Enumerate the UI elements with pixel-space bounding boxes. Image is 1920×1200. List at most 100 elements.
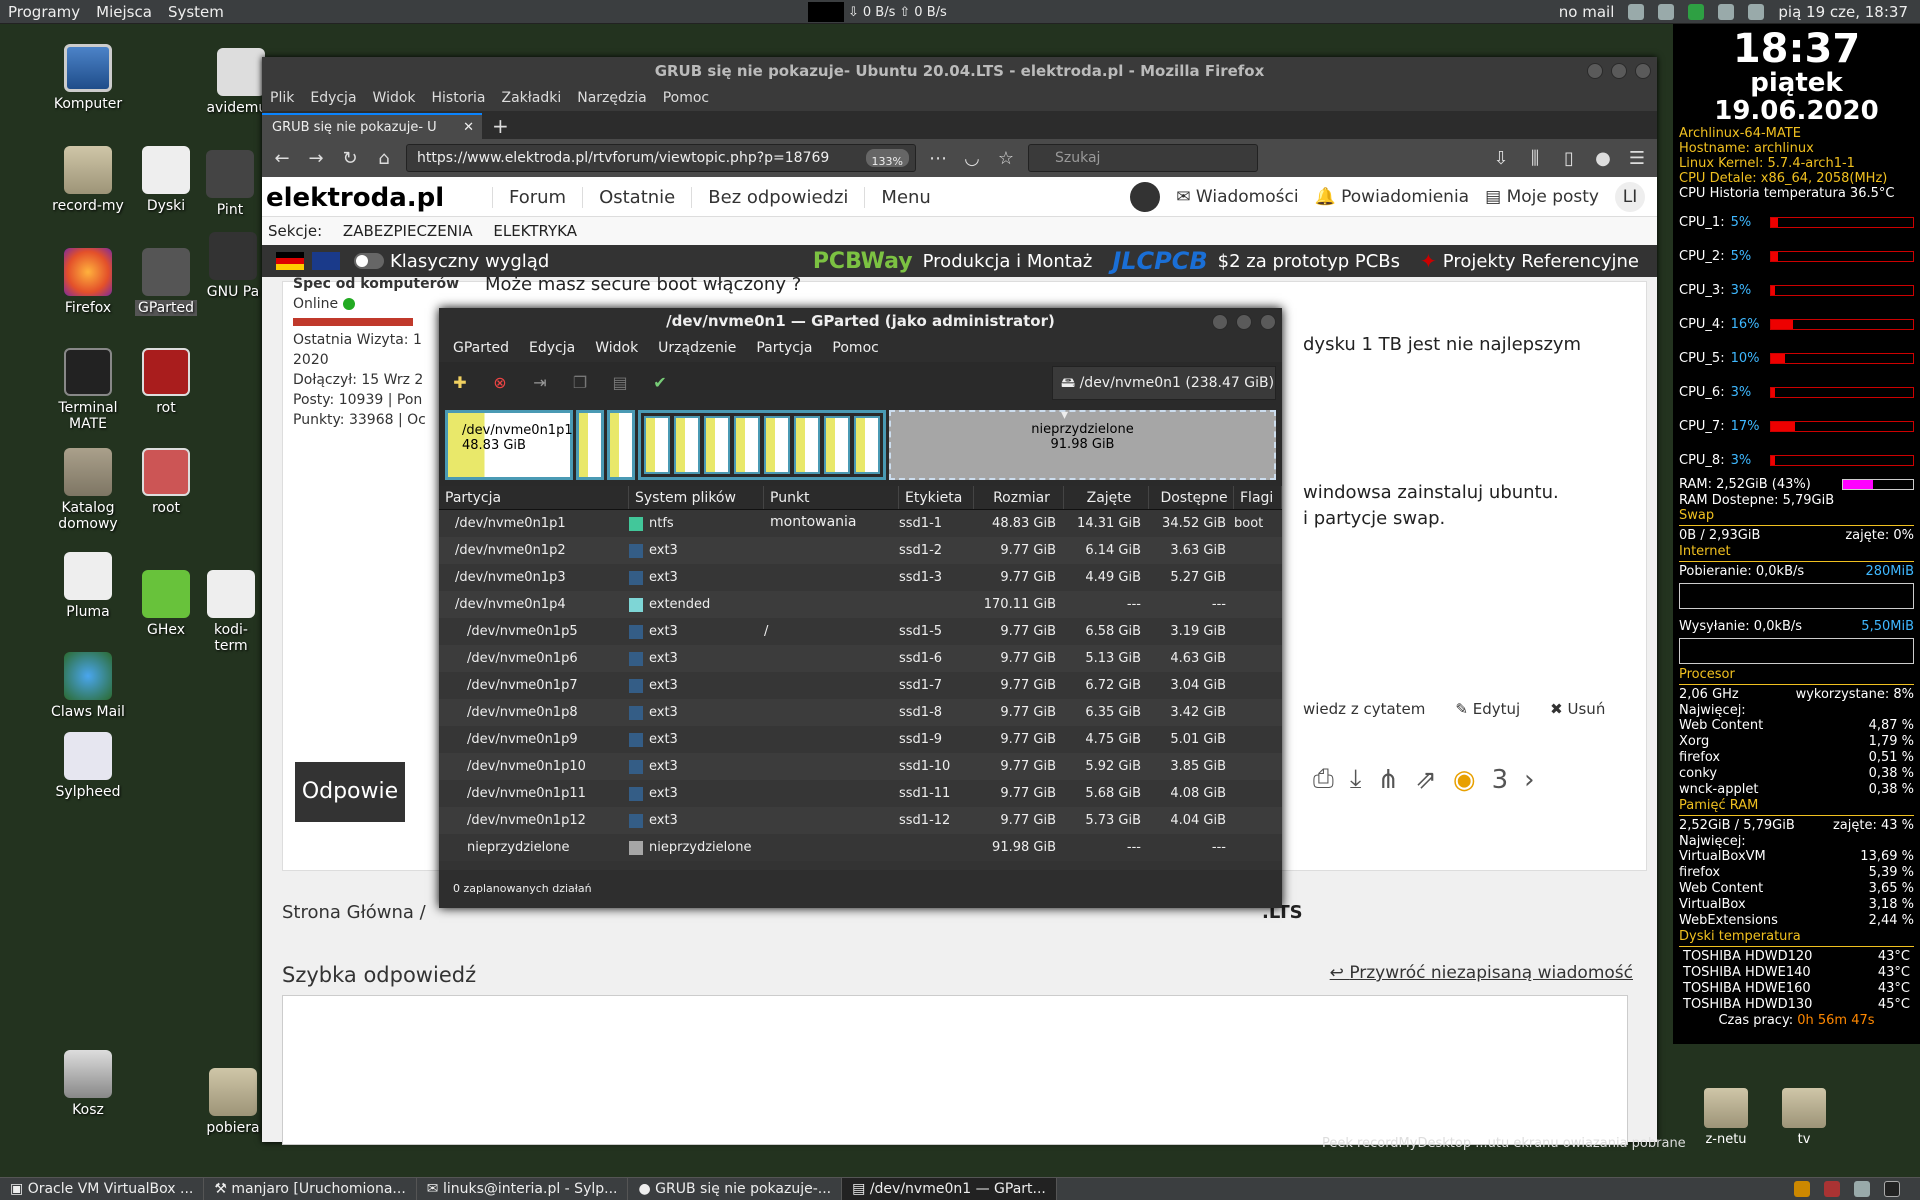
new-partition-icon[interactable]: ✚ [449,372,471,394]
col-etykieta[interactable]: Etykieta [899,486,974,509]
gp-menu-gparted[interactable]: GParted [443,340,519,356]
menu-narzedzia[interactable]: Narzędzia [569,90,654,106]
nav-wiadomosci[interactable]: ✉ Wiadomości [1176,187,1298,207]
resize-move-icon[interactable]: ⇥ [529,372,551,394]
delete-link[interactable]: ✖ Usuń [1550,700,1605,718]
desktop-icon-pinta[interactable]: Pint [205,150,255,218]
partition-row[interactable]: /dev/nvme0n1p3 ext3 ssd1-3 9.77 GiB 4.49 GiB… [439,564,1282,591]
desktop-icon-gnu-paint[interactable]: GNU Pa [205,232,261,300]
chevron-right-icon[interactable]: › [1524,765,1534,795]
search-input[interactable]: Szukaj [1028,144,1258,172]
promo-jlcpcb[interactable]: $2 za prototyp PCBs [1218,251,1400,272]
partition-row[interactable]: /dev/nvme0n1p4 extended 170.11 GiB --- --- [439,591,1282,618]
graph-partition-p9[interactable] [764,416,790,474]
url-bar[interactable]: https://www.elektroda.pl/rtvforum/viewto… [406,144,916,172]
firefox-titlebar[interactable]: GRUB się nie pokazuje- Ubuntu 20.04.LTS … [262,57,1657,85]
task-virtualbox[interactable]: ▣ Oracle VM VirtualBox ... [0,1177,205,1200]
workspace-switcher-1[interactable] [1854,1181,1870,1197]
graph-extended[interactable] [638,410,886,480]
sidebar-icon[interactable]: ▯ [1557,148,1581,169]
graph-partition-p8[interactable] [734,416,760,474]
site-logo[interactable]: elektroda.pl [266,183,444,213]
german-flag-icon[interactable] [276,252,304,270]
pocket-icon[interactable]: ◡ [960,148,984,169]
gp-menu-pomoc[interactable]: Pomoc [822,340,888,356]
microphone-icon[interactable] [1628,4,1645,20]
menu-miejsca[interactable]: Miejsca [88,3,160,21]
menu-zakladki[interactable]: Zakładki [494,90,570,106]
graph-partition-p6[interactable] [674,416,700,474]
section-zabezpieczenia[interactable]: ZABEZPIECZENIA [343,222,473,240]
task-sylpheed[interactable]: ✉ linuks@interia.pl - Sylp... [417,1177,629,1200]
graph-partition-p12[interactable] [854,416,880,474]
close-icon[interactable] [1635,63,1651,79]
task-gparted[interactable]: ▤ /dev/nvme0n1 — GPart... [842,1177,1057,1200]
col-system-plikow[interactable]: System plików [629,486,764,509]
graph-partition-p5[interactable] [644,416,670,474]
graph-partition-p11[interactable] [824,416,850,474]
graph-unallocated[interactable]: nieprzydzielone 91.98 GiB [889,410,1276,480]
desktop-icon-pluma[interactable]: Pluma [43,552,133,620]
share-icon[interactable]: ⋔ [1377,765,1399,795]
panel-clock[interactable]: pią 19 cze, 18:37 [1778,3,1908,21]
menu-system[interactable]: System [160,3,232,21]
gp-menu-widok[interactable]: Widok [585,340,648,356]
back-icon[interactable]: ← [270,148,294,169]
col-zajete[interactable]: Zajęte [1064,486,1149,509]
desktop-icon-pobierane[interactable]: pobiera [205,1068,261,1136]
partition-row[interactable]: /dev/nvme0n1p8 ext3 ssd1-8 9.77 GiB 6.35 GiB… [439,699,1282,726]
desktop-icon-dyski[interactable]: Dyski [121,146,211,214]
nav-powiadomienia[interactable]: 🔔 Powiadomienia [1315,187,1470,207]
partition-row[interactable]: /dev/nvme0n1p7 ext3 ssd1-7 9.77 GiB 6.72 GiB… [439,672,1282,699]
partition-row[interactable]: nieprzydzielone nieprzydzielone 91.98 GiB -… [439,834,1282,861]
nav-bez-odpowiedzi[interactable]: Bez odpowiedzi [691,186,864,208]
print-icon[interactable]: ⎙ [1313,764,1334,795]
graph-partition-p3[interactable] [607,410,635,480]
col-punkt-montowania[interactable]: Punkt montowania [764,486,899,530]
new-tab-icon[interactable]: + [482,113,519,139]
promo-pcbway[interactable]: Produkcja i Montaż [923,251,1093,272]
partition-row[interactable]: /dev/nvme0n1p5 ext3 / ssd1-5 9.77 GiB 6.58 Gi… [439,618,1282,645]
desktop-icon-home[interactable]: Katalog domowy [43,448,133,532]
gp-menu-urzadzenie[interactable]: Urządzenie [648,340,746,356]
minimize-icon[interactable] [1212,314,1228,330]
downloads-icon[interactable]: ⇩ [1489,148,1513,169]
display-icon[interactable] [1748,4,1765,20]
menu-edycja[interactable]: Edycja [302,90,364,106]
desktop-icon-claws-mail[interactable]: Claws Mail [43,652,133,720]
partition-row[interactable]: /dev/nvme0n1p1 ntfs ssd1-1 48.83 GiB 14.31 G… [439,510,1282,537]
workspace-switcher-2[interactable] [1884,1181,1900,1197]
device-selector[interactable]: 🖴 /dev/nvme0n1 (238.47 GiB) ▾ [1052,366,1276,423]
menu-widok[interactable]: Widok [365,90,424,106]
delete-partition-icon[interactable]: ⊗ [489,372,511,394]
zoom-badge[interactable]: 133% [865,149,909,168]
hamburger-menu-icon[interactable]: ☰ [1625,148,1649,169]
desktop-icon-kodi-term[interactable]: kodi-term [200,570,262,654]
edit-link[interactable]: ✎ Edytuj [1455,700,1520,718]
desktop-icon-rot[interactable]: rot [121,348,211,416]
workspace-icon[interactable] [1794,1181,1810,1197]
task-firefox[interactable]: ● GRUB się nie pokazuje-... [628,1177,843,1200]
col-rozmiar[interactable]: Rozmiar [974,486,1064,509]
desktop-icon-firefox[interactable]: Firefox [43,248,133,316]
menu-programy[interactable]: Programy [0,3,88,21]
paste-icon[interactable]: ▤ [609,372,631,394]
col-flagi[interactable]: Flagi [1234,486,1282,509]
quote-reply-link[interactable]: wiedz z cytatem [1303,700,1425,718]
home-icon[interactable]: ⌂ [372,148,396,169]
desktop-icon-sylpheed[interactable]: Sylpheed [43,732,133,800]
phone-icon[interactable] [1824,1181,1840,1197]
graph-partition-p1[interactable]: /dev/nvme0n1p1 48.83 GiB [445,410,573,480]
uk-flag-icon[interactable] [312,252,340,270]
reply-button[interactable]: Odpowie [295,762,405,822]
page-actions-icon[interactable]: ⋯ [926,148,950,169]
desktop-icon-komputer[interactable]: Komputer [43,44,133,112]
close-tab-icon[interactable]: ✕ [463,115,474,139]
nav-moje-posty[interactable]: ▤ Moje posty [1485,187,1599,207]
shield-icon[interactable] [1688,4,1705,20]
desktop-icon-gparted[interactable]: GParted [121,248,211,316]
breadcrumb-home[interactable]: Strona Główna [282,902,414,923]
desktop-icon-terminal[interactable]: Terminal MATE [43,348,133,432]
reload-icon[interactable]: ↻ [338,148,362,169]
download-icon[interactable]: ⤓ [1350,764,1362,795]
